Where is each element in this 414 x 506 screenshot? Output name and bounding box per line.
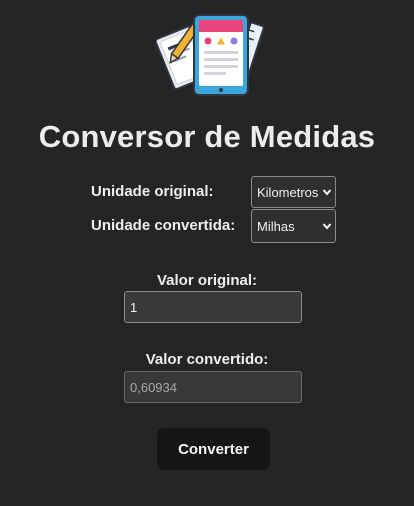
unidade-convertida-label: Unidade convertida: bbox=[91, 217, 236, 234]
unidade-convertida-value: Milhas bbox=[257, 218, 295, 234]
valor-convertido-output bbox=[124, 371, 302, 403]
chevron-down-icon bbox=[322, 223, 332, 230]
unidade-convertida-select[interactable]: Milhas bbox=[251, 209, 336, 243]
chevron-down-icon bbox=[322, 189, 332, 196]
unidade-original-label: Unidade original: bbox=[91, 183, 214, 200]
valor-original-input[interactable] bbox=[124, 291, 302, 323]
valor-convertido-label: Valor convertido: bbox=[145, 351, 269, 368]
converter-button[interactable]: Converter bbox=[157, 428, 270, 470]
page-title: Conversor de Medidas bbox=[38, 119, 376, 154]
unidade-original-value: Kilometros bbox=[257, 184, 319, 200]
unidade-original-select[interactable]: Kilometros bbox=[251, 176, 336, 208]
measuring-tools-logo-icon bbox=[156, 14, 265, 96]
valor-original-label: Valor original: bbox=[156, 272, 258, 289]
